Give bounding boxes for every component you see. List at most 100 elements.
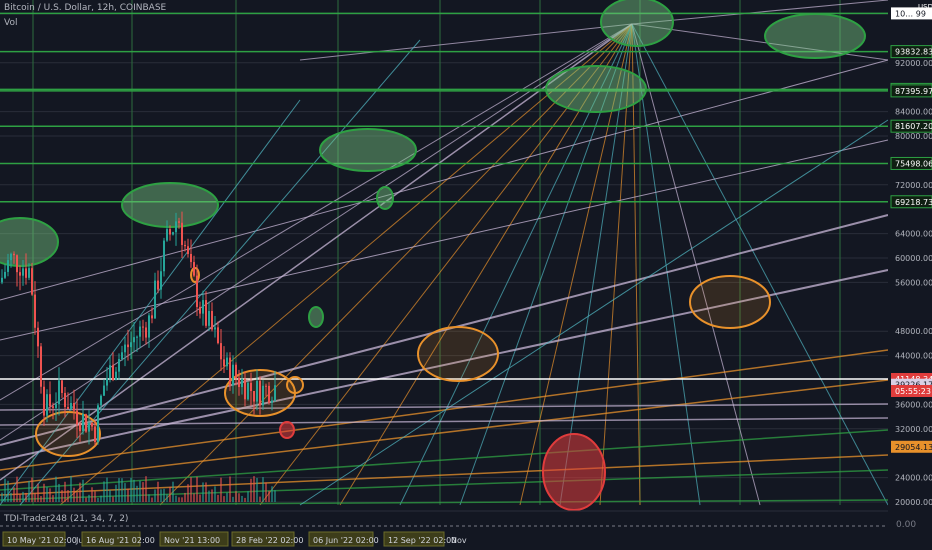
candle-body [106, 378, 108, 386]
volume-bar [61, 490, 63, 502]
candle-body [184, 244, 186, 247]
volume-bar [172, 481, 174, 502]
volume-bar [40, 496, 42, 502]
candle-body [223, 359, 225, 367]
volume-bar [94, 491, 96, 502]
candle-body [241, 378, 243, 388]
volume-bar [88, 494, 90, 502]
volume-bar [232, 496, 234, 502]
volume-bar [31, 477, 33, 502]
volume-bar [154, 489, 156, 502]
volume-bar [100, 495, 102, 502]
candle-body [232, 364, 234, 386]
volume-bar [106, 477, 108, 502]
volume-bar [79, 482, 81, 502]
candle-body [148, 315, 150, 338]
candle-body [115, 371, 117, 380]
volume-bar [184, 492, 186, 502]
price-axis[interactable]: 100000.0092000.0084000.0080000.0072000.0… [888, 0, 932, 550]
candle-body [103, 385, 105, 396]
candle-body [190, 253, 192, 263]
volume-bar [214, 486, 216, 502]
candle-body [130, 342, 132, 348]
volume-bar [265, 482, 267, 502]
time-axis[interactable]: 10 May '21 02:00 Jul 16 Aug '21 02:00 Nov '… [0, 530, 932, 550]
candle-body [154, 280, 156, 319]
volume-bar [253, 476, 255, 502]
candle-body [43, 386, 45, 416]
price-tick-label: 36000.00 [895, 400, 932, 409]
price-tick-label: 84000.00 [895, 108, 932, 117]
volume-bar [190, 477, 192, 502]
candle-body [82, 414, 84, 432]
volume-bar [118, 478, 120, 502]
volume-bar [67, 490, 69, 502]
volume-bar [250, 478, 252, 502]
candle-body [13, 253, 15, 256]
volume-bar [217, 494, 219, 502]
candle-body [16, 255, 18, 273]
volume-bar [211, 489, 213, 502]
volume-bar [109, 490, 111, 502]
green-highlight-ellipse [121, 182, 219, 228]
volume-bar [142, 482, 144, 502]
volume-bar [34, 492, 36, 502]
volume-bar [130, 477, 132, 502]
volume-bar [46, 487, 48, 502]
candle-body [97, 405, 99, 443]
price-chart[interactable]: 100000.0092000.0084000.0080000.0072000.0… [0, 0, 932, 550]
candle-body [37, 327, 39, 347]
countdown-text: 05:55:23 [895, 387, 931, 396]
chart-background [0, 0, 932, 550]
price-tick-label: 44000.00 [895, 352, 932, 361]
price-tick-label: 92000.00 [895, 59, 932, 68]
volume-bar [259, 496, 261, 502]
candle-body [256, 380, 258, 402]
candle-body [214, 327, 216, 330]
volume-bar [28, 480, 30, 502]
candle-body [19, 272, 21, 276]
volume-bar [181, 497, 183, 502]
candle-body [49, 394, 51, 407]
volume-bar [163, 488, 165, 502]
volume-bar [49, 488, 51, 502]
volume-bar [70, 476, 72, 502]
price-label-text: 93832.83 [895, 48, 932, 57]
candle-body [118, 359, 120, 372]
candle-body [28, 268, 30, 278]
candle-body [55, 404, 57, 408]
candle-body [73, 403, 75, 411]
price-tick-label: 72000.00 [895, 181, 932, 190]
time-tick-label: Nov '21 13:00 [164, 536, 220, 545]
candle-body [235, 364, 237, 378]
candle-body [109, 365, 111, 379]
volume-bar [223, 496, 225, 502]
candle-body [193, 262, 195, 276]
candle-body [79, 424, 81, 432]
volume-bar [73, 487, 75, 502]
candle-body [244, 378, 246, 400]
time-tick-label: 06 Jun '22 02:00 [313, 536, 379, 545]
volume-bar [166, 494, 168, 502]
chart-symbol-title: Bitcoin / U.S. Dollar, 12h, COINBASE [4, 3, 167, 13]
candle-body [250, 382, 252, 392]
candle-body [211, 311, 213, 330]
volume-bar [97, 497, 99, 502]
volume-bar [196, 476, 198, 502]
volume-bar [208, 490, 210, 502]
candle-body [145, 327, 147, 338]
candle-body [253, 391, 255, 402]
price-label-text: 75498.06 [895, 159, 932, 168]
candle-body [265, 385, 267, 387]
volume-bar [7, 480, 9, 502]
candle-body [112, 365, 114, 380]
volume-bar [43, 483, 45, 502]
candle-body [163, 240, 165, 272]
price-tick-label: 64000.00 [895, 230, 932, 239]
volume-bar [205, 482, 207, 502]
candle-body [31, 268, 33, 295]
candle-body [181, 222, 183, 245]
volume-bar [187, 484, 189, 502]
candle-body [1, 277, 3, 283]
volume-bar [16, 476, 18, 502]
